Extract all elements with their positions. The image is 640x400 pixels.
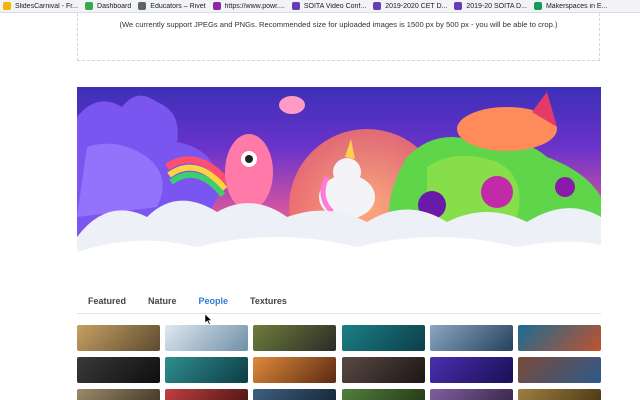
- thumbnail-image[interactable]: [77, 325, 160, 351]
- bookmark-label: Makerspaces in E...: [545, 2, 608, 10]
- thumbnail-image[interactable]: [165, 357, 249, 383]
- thumbnail-image[interactable]: [429, 389, 513, 400]
- bookmarks-bar: SlidesCarnival - Fr... Dashboard Educators…: [0, 0, 640, 13]
- bookmark-item[interactable]: https://www.powr....: [210, 0, 289, 12]
- thumbnail-image[interactable]: [341, 357, 425, 383]
- thumbnail-image[interactable]: [429, 357, 513, 383]
- thumbnail-image[interactable]: [341, 389, 425, 400]
- tab-nature[interactable]: Nature: [137, 288, 188, 313]
- bookmark-label: SlidesCarnival - Fr...: [15, 2, 79, 10]
- thumbnail-image[interactable]: [253, 389, 337, 400]
- rivet-icon: [138, 2, 147, 10]
- bookmark-label: 2019-20 SOITA D...: [466, 2, 527, 10]
- bookmark-item[interactable]: 2019-20 SOITA D...: [451, 0, 531, 12]
- hero-banner-image: [77, 87, 601, 262]
- bookmark-item[interactable]: Makerspaces in E...: [531, 0, 611, 12]
- bookmark-label: Dashboard: [97, 2, 132, 10]
- form-icon: [373, 2, 382, 10]
- dashboard-icon: [85, 2, 94, 10]
- slides-icon: [3, 2, 11, 10]
- thumbnail-image[interactable]: [165, 325, 249, 351]
- bookmark-item[interactable]: Dashboard: [82, 0, 135, 12]
- bookmark-item[interactable]: SlidesCarnival - Fr...: [0, 0, 82, 12]
- thumbnail-image[interactable]: [253, 325, 337, 351]
- thumbnail-image[interactable]: [517, 357, 601, 383]
- thumbnail-image[interactable]: [77, 389, 160, 400]
- sheets-icon: [533, 2, 542, 10]
- bookmark-item[interactable]: Educators – Rivet: [135, 0, 209, 12]
- tab-people[interactable]: People: [188, 288, 240, 313]
- thumbnail-image[interactable]: [341, 325, 425, 351]
- thumbnail-image[interactable]: [517, 325, 601, 351]
- tab-textures[interactable]: Textures: [239, 288, 298, 313]
- image-category-tabs: Featured Nature People Textures: [77, 288, 601, 314]
- bookmark-item[interactable]: SOITA Video Conf...: [289, 0, 370, 12]
- bookmark-label: 2019-2020 CET D...: [385, 2, 448, 10]
- thumbnail-grid: [77, 325, 601, 400]
- thumbnail-image[interactable]: [77, 357, 160, 383]
- mouse-cursor-icon: [205, 314, 213, 325]
- form-icon: [291, 2, 300, 10]
- bookmark-item[interactable]: 2019-2020 CET D...: [370, 0, 451, 12]
- thumbnail-image[interactable]: [517, 389, 601, 400]
- thumbnail-image[interactable]: [429, 325, 513, 351]
- thumbnail-image[interactable]: [165, 389, 249, 400]
- bookmark-label: SOITA Video Conf...: [303, 2, 367, 10]
- tab-featured[interactable]: Featured: [77, 288, 137, 313]
- thumbnail-image[interactable]: [253, 357, 337, 383]
- bookmark-label: Educators – Rivet: [150, 2, 206, 10]
- globe-icon: [212, 2, 221, 10]
- bookmark-label: https://www.powr....: [224, 2, 285, 10]
- form-icon: [454, 2, 463, 10]
- hero-illustration: [77, 92, 601, 262]
- upload-format-note: (We currently support JPEGs and PNGs. Re…: [119, 20, 558, 29]
- upload-dropzone[interactable]: (We currently support JPEGs and PNGs. Re…: [77, 13, 600, 61]
